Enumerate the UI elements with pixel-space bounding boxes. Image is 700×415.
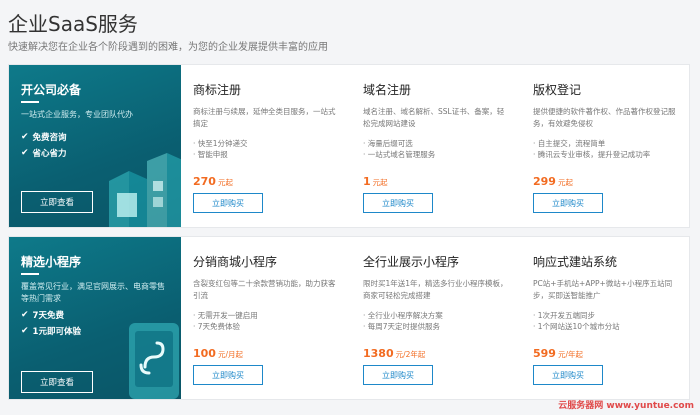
card-feature: · 智能申报 bbox=[193, 150, 228, 159]
promo-feature-label: 1元即可体验 bbox=[32, 327, 81, 337]
promo-feature-label: 省心省力 bbox=[32, 149, 67, 159]
card-desc: 商标注册与续展，延伸全类目服务，一站式搞定 bbox=[193, 107, 336, 128]
buy-now-button[interactable]: 立即购买 bbox=[193, 365, 263, 385]
promo-feature: ✔ 1元即可体验 bbox=[21, 325, 81, 337]
promo-feature: ✔ 免费咨询 bbox=[21, 131, 67, 143]
view-now-button[interactable]: 立即查看 bbox=[21, 191, 93, 213]
section-mini-programs: 精选小程序 覆盖常见行业，满足官网展示、电商零售等热门需求 ✔ 7天免费 ✔ 1… bbox=[8, 236, 690, 400]
promo-title: 开公司必备 bbox=[21, 83, 82, 97]
card-title: 全行业展示小程序 bbox=[363, 255, 460, 269]
card-feature: · 快至1分钟递交 bbox=[193, 139, 248, 148]
card-title: 域名注册 bbox=[363, 83, 412, 97]
promo-panel: 开公司必备 一站式企业服务，专业团队代办 ✔ 免费咨询 ✔ 省心省力 立即查看 bbox=[9, 65, 181, 227]
buy-now-button[interactable]: 立即购买 bbox=[533, 193, 603, 213]
price-unit: 元/月起 bbox=[217, 350, 243, 359]
price-unit: 元起 bbox=[217, 178, 233, 187]
card-feature: · 无需开发一键启用 bbox=[193, 311, 258, 320]
price-value: 1 bbox=[363, 175, 371, 188]
card-feature: · 腾讯云专业审核，提升登记成功率 bbox=[533, 150, 651, 159]
card-desc: 提供便捷的软件著作权、作品著作权登记服务，有效避免侵权 bbox=[533, 107, 676, 128]
section-startup: 开公司必备 一站式企业服务，专业团队代办 ✔ 免费咨询 ✔ 省心省力 立即查看 … bbox=[8, 64, 690, 228]
card-desc: 限时买1年送1年，精选多行业小程序模板，商家可轻松完成搭建 bbox=[363, 279, 508, 300]
product-card: 域名注册 域名注册、域名解析、SSL证书、备案，轻松完成网站建设 · 海量后缀可… bbox=[351, 65, 521, 227]
product-card: 商标注册 商标注册与续展，延伸全类目服务，一站式搞定 · 快至1分钟递交 · 智… bbox=[181, 65, 351, 227]
card-feature: · 每周7天定时提供服务 bbox=[363, 322, 441, 331]
promo-feature: ✔ 7天免费 bbox=[21, 309, 64, 321]
price-value: 100 bbox=[193, 347, 216, 360]
card-title: 商标注册 bbox=[193, 83, 242, 97]
buy-now-button[interactable]: 立即购买 bbox=[363, 365, 433, 385]
check-icon: ✔ bbox=[21, 148, 29, 158]
card-desc: PC站+手机站+APP+微站+小程序五站同步，买即送智能推广 bbox=[533, 279, 673, 300]
promo-divider bbox=[21, 273, 39, 275]
card-feature: · 7天免费体验 bbox=[193, 322, 241, 331]
price-unit: 元/2年起 bbox=[395, 350, 426, 359]
page-subtitle: 快速解决您在企业各个阶段遇到的困难，为您的企业发展提供丰富的应用 bbox=[8, 42, 328, 53]
card-title: 响应式建站系统 bbox=[533, 255, 618, 269]
price: 1 元起 bbox=[363, 175, 388, 188]
price-unit: 元起 bbox=[557, 178, 573, 187]
product-card: 分销商城小程序 含裂变红包等二十余款营销功能，助力获客引流 · 无需开发一键启用… bbox=[181, 237, 351, 399]
page-title: 企业SaaS服务 bbox=[8, 12, 138, 36]
card-title: 分销商城小程序 bbox=[193, 255, 278, 269]
price: 599 元/年起 bbox=[533, 347, 583, 360]
price-value: 270 bbox=[193, 175, 216, 188]
promo-title: 精选小程序 bbox=[21, 255, 82, 269]
mini-program-illustration-icon bbox=[129, 323, 179, 399]
promo-feature: ✔ 省心省力 bbox=[21, 147, 67, 159]
promo-feature-label: 7天免费 bbox=[32, 311, 64, 321]
price-value: 299 bbox=[533, 175, 556, 188]
buildings-illustration-icon bbox=[109, 153, 181, 227]
check-icon: ✔ bbox=[21, 132, 29, 142]
card-desc: 含裂变红包等二十余款营销功能，助力获客引流 bbox=[193, 279, 336, 300]
price-value: 1380 bbox=[363, 347, 394, 360]
price-unit: 元/年起 bbox=[557, 350, 583, 359]
promo-feature-label: 免费咨询 bbox=[32, 133, 67, 143]
price-unit: 元起 bbox=[372, 178, 388, 187]
promo-panel: 精选小程序 覆盖常见行业，满足官网展示、电商零售等热门需求 ✔ 7天免费 ✔ 1… bbox=[9, 237, 181, 399]
product-card: 响应式建站系统 PC站+手机站+APP+微站+小程序五站同步，买即送智能推广 ·… bbox=[521, 237, 691, 399]
product-card: 全行业展示小程序 限时买1年送1年，精选多行业小程序模板，商家可轻松完成搭建 ·… bbox=[351, 237, 521, 399]
view-now-button[interactable]: 立即查看 bbox=[21, 371, 93, 393]
check-icon: ✔ bbox=[21, 310, 29, 320]
promo-divider bbox=[21, 101, 39, 103]
buy-now-button[interactable]: 立即购买 bbox=[533, 365, 603, 385]
buy-now-button[interactable]: 立即购买 bbox=[363, 193, 433, 213]
card-feature: · 自主提交，流程简单 bbox=[533, 139, 606, 148]
card-feature: · 一站式域名管理服务 bbox=[363, 150, 436, 159]
price: 1380 元/2年起 bbox=[363, 347, 425, 360]
promo-desc: 覆盖常见行业，满足官网展示、电商零售等热门需求 bbox=[21, 282, 165, 303]
card-feature: · 1次开发五端同步 bbox=[533, 311, 596, 320]
buy-now-button[interactable]: 立即购买 bbox=[193, 193, 263, 213]
card-desc: 域名注册、域名解析、SSL证书、备案，轻松完成网站建设 bbox=[363, 107, 505, 128]
price: 299 元起 bbox=[533, 175, 573, 188]
watermark: 云服务器网 www.yuntue.com bbox=[558, 401, 694, 411]
product-card: 版权登记 提供便捷的软件著作权、作品著作权登记服务，有效避免侵权 · 自主提交，… bbox=[521, 65, 691, 227]
price: 100 元/月起 bbox=[193, 347, 243, 360]
check-icon: ✔ bbox=[21, 326, 29, 336]
promo-desc: 一站式企业服务，专业团队代办 bbox=[21, 110, 133, 119]
price: 270 元起 bbox=[193, 175, 233, 188]
price-value: 599 bbox=[533, 347, 556, 360]
card-title: 版权登记 bbox=[533, 83, 582, 97]
card-feature: · 海量后缀可选 bbox=[363, 139, 413, 148]
card-feature: · 1个网站送10个城市分站 bbox=[533, 322, 620, 331]
card-feature: · 全行业小程序解决方案 bbox=[363, 311, 443, 320]
